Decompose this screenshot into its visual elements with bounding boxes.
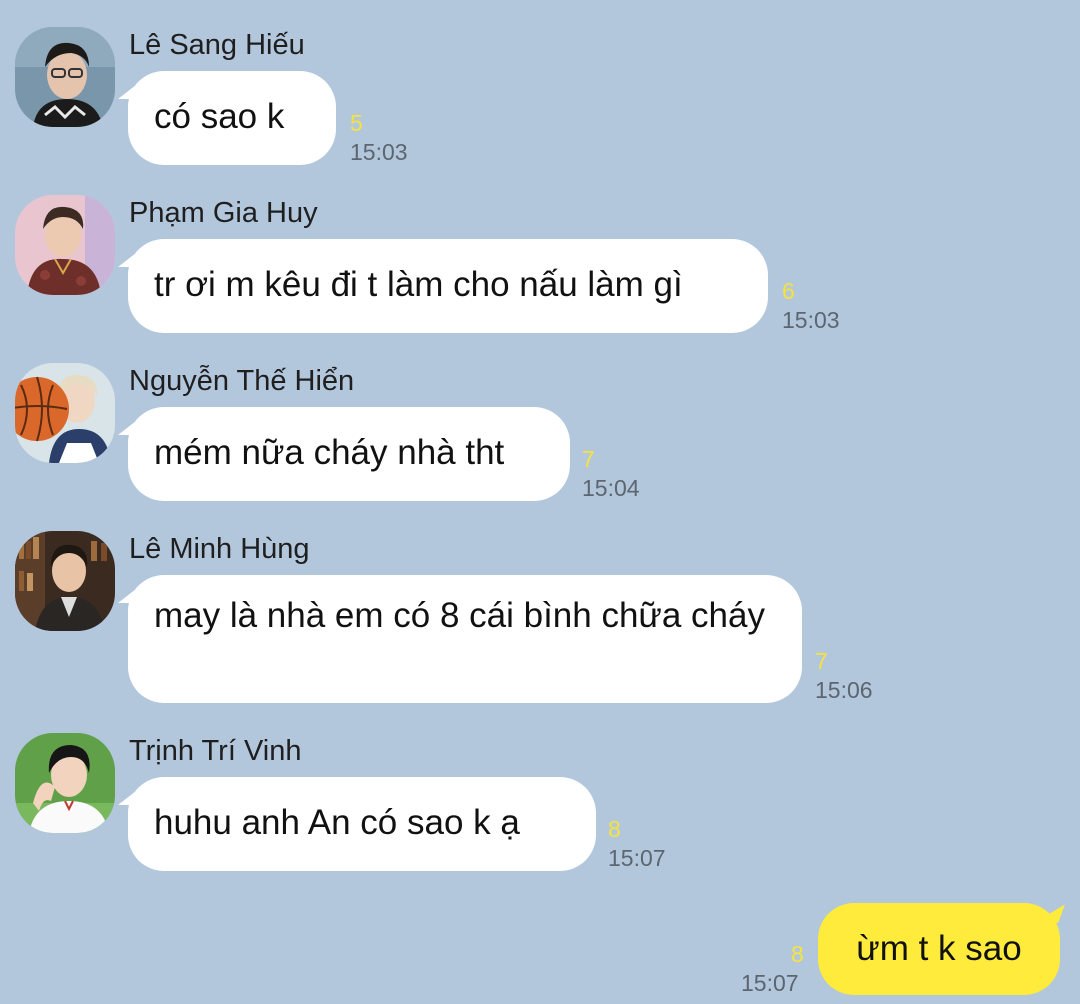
message-bubble[interactable]: mém nữa cháy nhà tht [128,407,570,501]
avatar-photo [15,195,115,295]
message-row: Phạm Gia Huy tr ơi m kêu đi t làm cho nấ… [0,195,1080,335]
message-time: 15:07 [608,845,666,871]
unread-count: 7 [582,446,595,472]
message-bubble[interactable]: có sao k [128,71,336,165]
message-time: 15:03 [350,139,408,165]
avatar-photo [15,531,115,631]
avatar[interactable] [15,27,115,127]
message-row: Lê Minh Hùng may là nhà em có 8 cái bình… [0,531,1080,711]
message-row: Nguyễn Thế Hiển mém nữa cháy nhà tht 7 1… [0,363,1080,503]
sender-name: Lê Sang Hiếu [129,29,305,61]
message-bubble[interactable]: may là nhà em có 8 cái bình chữa cháy [128,575,802,703]
sender-name: Trịnh Trí Vinh [129,735,302,767]
unread-count: 8 [791,941,804,967]
avatar[interactable] [15,363,115,463]
message-time: 15:04 [582,475,640,501]
unread-count: 6 [782,278,795,304]
message-row: Trịnh Trí Vinh huhu anh An có sao k ạ 8 … [0,733,1080,873]
message-time: 15:07 [741,970,799,996]
sender-name: Phạm Gia Huy [129,197,318,229]
sender-name: Nguyễn Thế Hiển [129,365,355,397]
message-time: 15:06 [815,677,873,703]
avatar-photo [15,363,115,463]
avatar-photo [15,733,115,833]
unread-count: 8 [608,816,621,842]
message-bubble[interactable]: tr ơi m kêu đi t làm cho nấu làm gì [128,239,768,333]
message-time: 15:03 [782,307,840,333]
avatar[interactable] [15,733,115,833]
sender-name: Lê Minh Hùng [129,533,310,565]
avatar[interactable] [15,195,115,295]
unread-count: 5 [350,110,363,136]
my-message-bubble[interactable]: ừm t k sao [818,903,1060,995]
unread-count: 7 [815,648,828,674]
avatar[interactable] [15,531,115,631]
message-row: Lê Sang Hiếu có sao k 5 15:03 [0,27,1080,167]
message-bubble[interactable]: huhu anh An có sao k ạ [128,777,596,871]
avatar-photo [15,27,115,127]
